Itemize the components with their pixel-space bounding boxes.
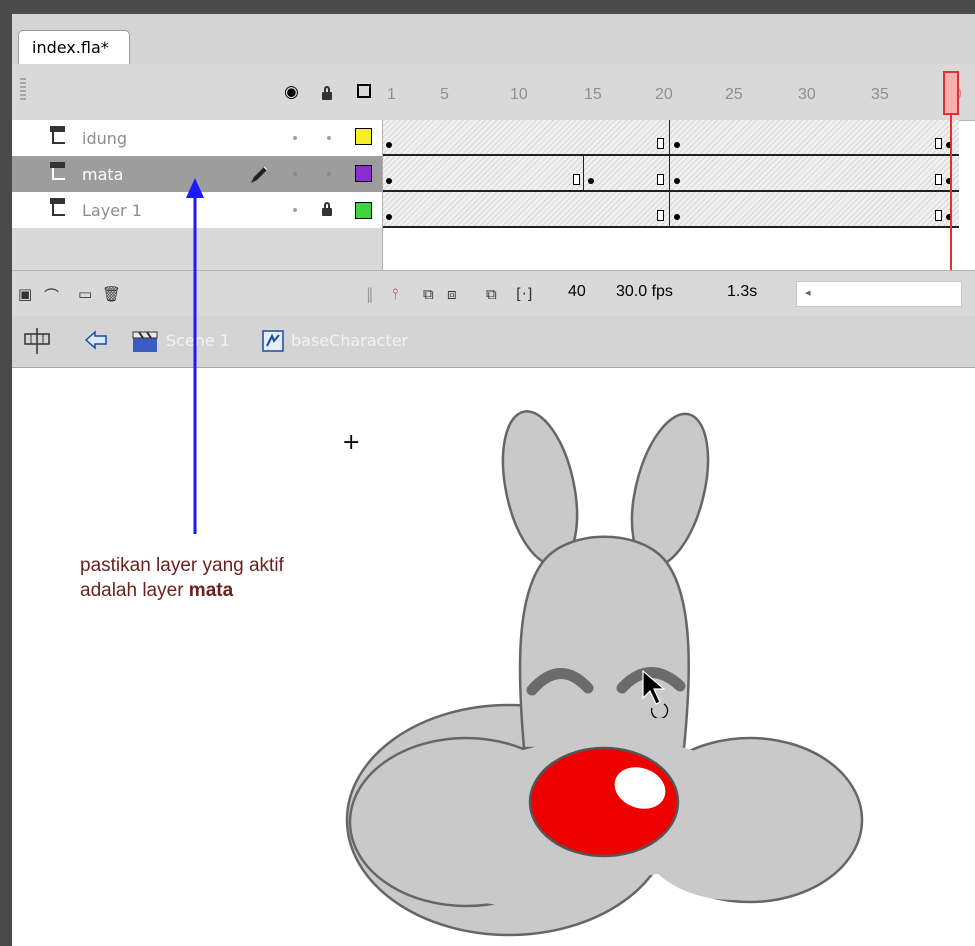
lock-icon[interactable] bbox=[322, 202, 332, 216]
visibility-toggle[interactable] bbox=[293, 172, 297, 176]
layer-color-swatch[interactable] bbox=[355, 202, 372, 219]
lock-toggle[interactable] bbox=[327, 172, 331, 176]
keyframe[interactable] bbox=[674, 214, 680, 220]
layer-name[interactable]: mata bbox=[82, 165, 123, 184]
frame-end-marker bbox=[657, 138, 664, 149]
frame-end-marker bbox=[573, 174, 580, 185]
new-folder-icon[interactable]: ▭ bbox=[78, 285, 92, 303]
frame-end-marker bbox=[657, 210, 664, 221]
visibility-toggle[interactable] bbox=[293, 208, 297, 212]
frames-empty-area bbox=[383, 228, 975, 270]
splitter-grip-icon[interactable]: ‖ bbox=[366, 285, 374, 303]
frame-number: 30 bbox=[798, 86, 816, 103]
playhead-line bbox=[950, 115, 952, 277]
scroll-left-arrow-icon[interactable]: ◂ bbox=[805, 286, 811, 299]
current-frame-readout: 40 bbox=[568, 283, 586, 300]
pencil-icon bbox=[251, 166, 268, 183]
frame-number: 35 bbox=[871, 86, 889, 103]
frame-number: 25 bbox=[725, 86, 743, 103]
frame-number: 15 bbox=[584, 86, 602, 103]
frame-number: 10 bbox=[510, 86, 528, 103]
trash-icon[interactable]: 🗑 bbox=[102, 285, 121, 303]
onion-skin-outlines-icon[interactable]: ⧈ bbox=[447, 285, 457, 303]
layer-name[interactable]: Layer 1 bbox=[82, 201, 142, 220]
document-tab-bar bbox=[12, 14, 975, 64]
layer-row-idung[interactable]: idung bbox=[12, 120, 383, 156]
keyframe-boundary bbox=[669, 156, 670, 192]
annotation-text-line2: adalah layer mata bbox=[80, 580, 233, 602]
keyframe[interactable] bbox=[674, 178, 680, 184]
frame-number: 1 bbox=[387, 86, 396, 103]
modify-onion-markers-icon[interactable]: [·] bbox=[516, 285, 532, 303]
frame-number: 20 bbox=[655, 86, 673, 103]
frame-end-marker bbox=[935, 210, 942, 221]
window-border-left bbox=[0, 0, 12, 946]
frame-end-marker bbox=[935, 138, 942, 149]
playhead-handle[interactable] bbox=[943, 71, 959, 115]
annotation-text-prefix: adalah layer bbox=[80, 580, 189, 601]
keyframe-boundary bbox=[669, 120, 670, 156]
timeline-divider[interactable] bbox=[382, 120, 383, 270]
annotation-text-line1: pastikan layer yang aktif bbox=[80, 555, 284, 576]
frame-end-marker bbox=[935, 174, 942, 185]
layer-icon bbox=[50, 198, 65, 216]
keyframe[interactable] bbox=[386, 178, 392, 184]
timeline-scrollbar[interactable]: ◂ bbox=[796, 281, 962, 307]
document-tab[interactable]: index.fla* bbox=[18, 30, 130, 64]
timeline-header bbox=[12, 64, 975, 121]
visibility-toggle[interactable] bbox=[293, 136, 297, 140]
frame-rate-readout: 30.0 fps bbox=[616, 283, 673, 300]
character-artwork[interactable] bbox=[12, 368, 975, 946]
keyframe[interactable] bbox=[386, 214, 392, 220]
frame-number: 5 bbox=[440, 86, 449, 103]
keyframe-boundary bbox=[669, 192, 670, 228]
timeline-toggle-icon[interactable] bbox=[22, 326, 52, 356]
symbol-breadcrumb[interactable]: baseCharacter bbox=[291, 331, 408, 350]
elapsed-time-readout: 1.3s bbox=[727, 283, 758, 300]
layer-name[interactable]: idung bbox=[82, 129, 127, 148]
keyframe[interactable] bbox=[674, 142, 680, 148]
window-border-top bbox=[0, 0, 975, 14]
outline-all-icon[interactable] bbox=[357, 84, 371, 98]
onion-skin-icon[interactable]: ⧉ bbox=[423, 285, 434, 303]
layer-icon bbox=[50, 126, 65, 144]
clapperboard-icon[interactable] bbox=[130, 328, 160, 354]
annotation-layer-name: mata bbox=[188, 580, 234, 601]
keyframe-boundary bbox=[583, 156, 584, 192]
new-layer-icon[interactable]: ▣ bbox=[18, 285, 32, 303]
keyframe[interactable] bbox=[588, 178, 594, 184]
frames-row-layer-1[interactable] bbox=[383, 192, 959, 228]
layer-color-swatch[interactable] bbox=[355, 128, 372, 145]
layer-color-swatch[interactable] bbox=[355, 165, 372, 182]
lock-all-icon[interactable] bbox=[322, 86, 332, 100]
keyframe[interactable] bbox=[386, 142, 392, 148]
center-frame-icon[interactable]: ⫯ bbox=[392, 285, 399, 303]
frames-row-idung[interactable] bbox=[383, 120, 959, 156]
panel-grip-handle[interactable] bbox=[20, 78, 26, 102]
layer-icon bbox=[50, 162, 65, 180]
back-arrow-icon[interactable] bbox=[84, 330, 108, 350]
lock-toggle[interactable] bbox=[327, 136, 331, 140]
movieclip-symbol-icon[interactable] bbox=[261, 329, 285, 353]
add-motion-guide-icon[interactable]: ⌒ bbox=[44, 285, 59, 306]
eye-icon[interactable]: ◉ bbox=[284, 82, 299, 102]
edit-multiple-frames-icon[interactable]: ⧉ bbox=[486, 285, 497, 303]
annotation-arrow bbox=[186, 178, 204, 534]
arrow-cursor-icon bbox=[642, 669, 669, 718]
frames-row-mata[interactable] bbox=[383, 156, 959, 192]
frame-end-marker bbox=[657, 174, 664, 185]
